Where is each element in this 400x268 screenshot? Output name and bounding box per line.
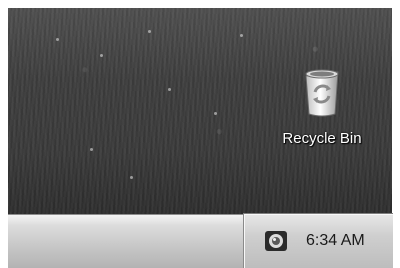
wallpaper-speck: [214, 112, 217, 115]
wallpaper-speck: [100, 54, 103, 57]
wallpaper-speck: [240, 34, 243, 37]
tray-clock[interactable]: 6:34 AM: [306, 232, 365, 250]
screen: Recycle Bin 6:34 AM: [0, 0, 400, 268]
wallpaper-speck: [130, 176, 133, 179]
wallpaper-speck: [90, 148, 93, 151]
desktop-icon-recycle-bin[interactable]: Recycle Bin: [262, 66, 382, 176]
wallpaper-speck: [168, 88, 171, 91]
recycle-bin-label: Recycle Bin: [282, 130, 362, 147]
recycle-bin-icon: [305, 69, 339, 117]
wallpaper-speck: [56, 38, 59, 41]
wallpaper-speck: [148, 30, 151, 33]
system-tray: 6:34 AM: [243, 213, 393, 268]
tray-app-icon[interactable]: [264, 229, 288, 253]
